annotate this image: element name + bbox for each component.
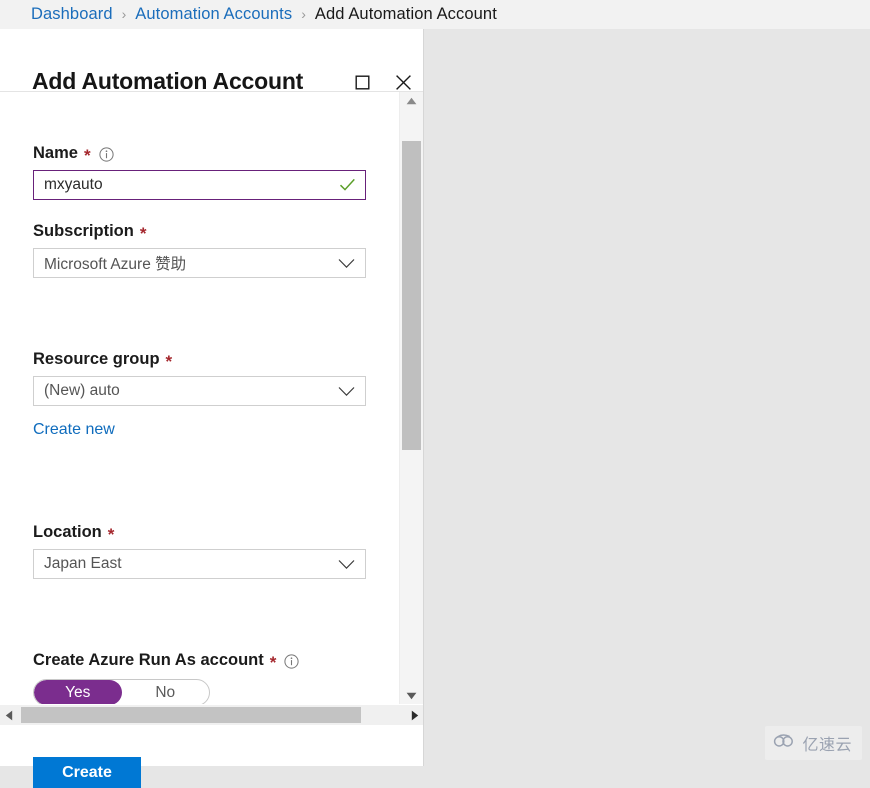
required-marker: *	[270, 654, 277, 671]
horizontal-scrollbar[interactable]	[0, 705, 423, 725]
location-label: Location *	[33, 523, 366, 542]
chevron-down-icon[interactable]	[337, 257, 356, 275]
field-location: Location * Japan East	[33, 523, 366, 579]
breadcrumb-separator-icon: ›	[122, 6, 127, 22]
name-label: Name *	[33, 144, 366, 163]
run-as-label-text: Create Azure Run As account	[33, 651, 264, 670]
form-area: Name *	[0, 92, 398, 704]
resource-group-label-text: Resource group	[33, 350, 160, 369]
vertical-scrollbar-thumb[interactable]	[402, 141, 421, 450]
chevron-down-icon[interactable]	[337, 385, 356, 403]
scroll-down-arrow-icon[interactable]	[400, 687, 423, 704]
watermark-text: 亿速云	[802, 731, 852, 755]
chevron-down-icon[interactable]	[337, 558, 356, 576]
required-marker: *	[140, 225, 147, 242]
location-value: Japan East	[34, 555, 122, 573]
field-name: Name *	[33, 144, 366, 200]
horizontal-scrollbar-thumb[interactable]	[21, 707, 361, 723]
name-input[interactable]	[34, 172, 324, 198]
scroll-up-arrow-icon[interactable]	[400, 92, 423, 109]
create-button[interactable]: Create	[33, 757, 141, 788]
scroll-left-arrow-icon[interactable]	[0, 705, 17, 725]
location-label-text: Location	[33, 523, 102, 542]
breadcrumb-item-current: Add Automation Account	[315, 5, 497, 24]
name-input-wrapper[interactable]	[33, 170, 366, 200]
required-marker: *	[84, 147, 91, 164]
breadcrumb: Dashboard › Automation Accounts › Add Au…	[0, 0, 870, 29]
run-as-option-yes[interactable]: Yes	[34, 680, 122, 704]
blade-footer: Create	[0, 726, 423, 766]
checkmark-icon	[339, 177, 356, 198]
name-label-text: Name	[33, 144, 78, 163]
required-marker: *	[166, 353, 173, 370]
breadcrumb-item-automation-accounts[interactable]: Automation Accounts	[135, 5, 292, 24]
breadcrumb-separator-icon: ›	[301, 6, 306, 22]
run-as-toggle[interactable]: Yes No	[33, 679, 210, 704]
cloud-icon	[773, 733, 797, 754]
field-resource-group: Resource group * (New) auto Create new	[33, 350, 366, 439]
subscription-label: Subscription *	[33, 222, 366, 241]
subscription-select[interactable]: Microsoft Azure 赞助	[33, 248, 366, 278]
add-automation-account-blade: Add Automation Account Name *	[0, 29, 424, 766]
resource-group-value: (New) auto	[34, 382, 120, 400]
run-as-option-no[interactable]: No	[122, 680, 210, 704]
location-select[interactable]: Japan East	[33, 549, 366, 579]
required-marker: *	[108, 526, 115, 543]
resource-group-select[interactable]: (New) auto	[33, 376, 366, 406]
info-icon[interactable]	[99, 147, 114, 162]
resource-group-label: Resource group *	[33, 350, 366, 369]
field-run-as-account: Create Azure Run As account * Yes No	[33, 651, 299, 704]
scroll-right-arrow-icon[interactable]	[406, 705, 423, 725]
info-icon[interactable]	[284, 654, 299, 669]
field-subscription: Subscription * Microsoft Azure 赞助	[33, 222, 366, 278]
run-as-label: Create Azure Run As account *	[33, 651, 299, 670]
vertical-scrollbar[interactable]	[399, 92, 423, 704]
create-new-resource-group-link[interactable]: Create new	[33, 421, 366, 439]
subscription-label-text: Subscription	[33, 222, 134, 241]
watermark: 亿速云	[765, 726, 862, 760]
breadcrumb-item-dashboard[interactable]: Dashboard	[31, 5, 113, 24]
subscription-value: Microsoft Azure 赞助	[34, 252, 186, 274]
